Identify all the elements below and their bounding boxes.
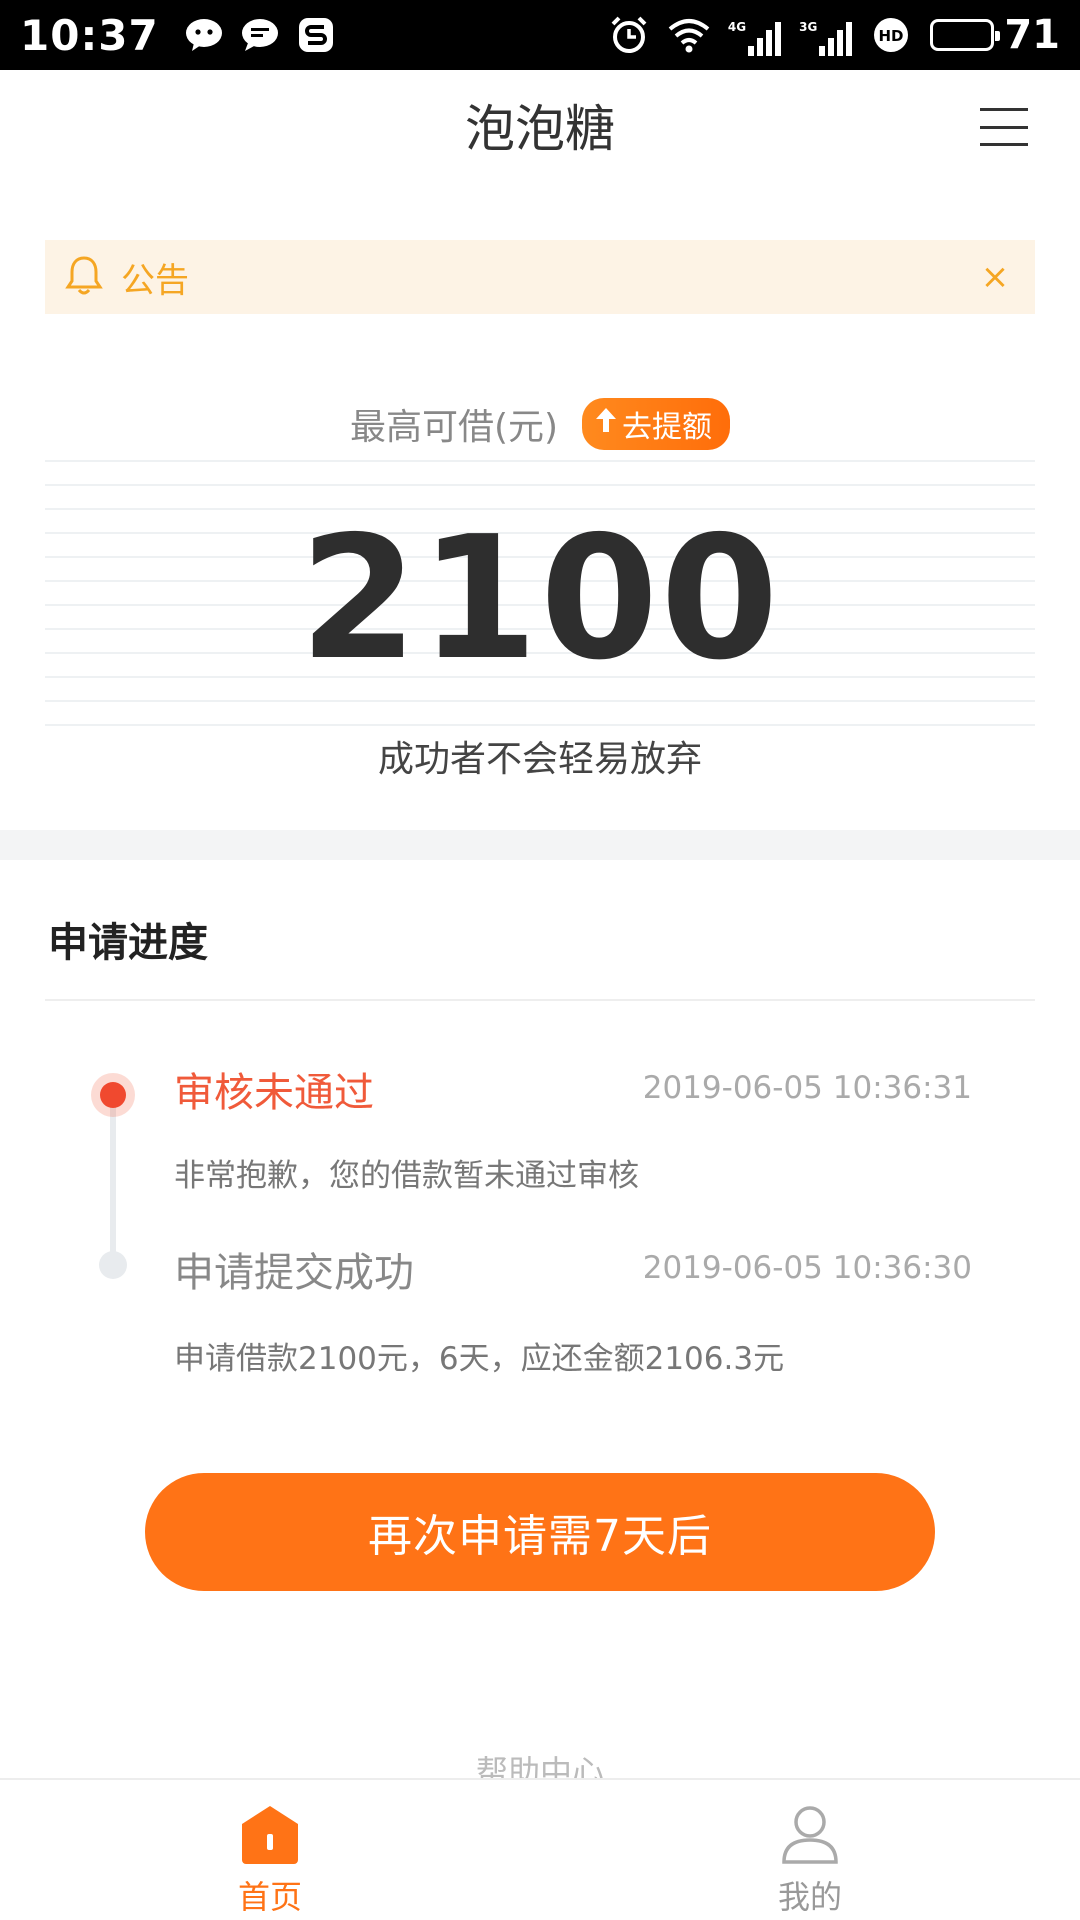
- battery: 71: [930, 12, 1060, 58]
- raise-limit-button[interactable]: 去提额: [582, 398, 731, 450]
- battery-icon: [930, 19, 1001, 51]
- nav-home-label: 首页: [237, 1878, 302, 1916]
- step-title-rejected: 审核未通过: [174, 1070, 374, 1116]
- step-title-submitted: 申请提交成功: [174, 1250, 414, 1296]
- credit-amount: 2100: [299, 500, 781, 698]
- signal-4g-icon: 4G: [728, 14, 782, 56]
- credit-label-row: 最高可借(元) 去提额: [0, 398, 1080, 450]
- nav-me-label: 我的: [777, 1878, 842, 1916]
- close-icon[interactable]: ×: [975, 257, 1015, 297]
- alarm-icon: [608, 14, 650, 56]
- slogan-text: 成功者不会轻易放弃: [377, 739, 702, 780]
- raise-limit-label: 去提额: [622, 410, 713, 445]
- timeline-dot-idle: [99, 1251, 127, 1279]
- step-time-rejected: 2019-06-05 10:36:31: [642, 1070, 972, 1106]
- help-center-link[interactable]: 帮助中心: [0, 1748, 1080, 1778]
- notification-icons: [183, 14, 337, 56]
- nav-me[interactable]: 我的: [540, 1780, 1080, 1920]
- nav-home[interactable]: 首页: [0, 1780, 540, 1920]
- status-time: 10:37: [20, 10, 159, 60]
- app-header: 泡泡糖: [0, 70, 1080, 180]
- reapply-button[interactable]: 再次申请需7天后: [145, 1473, 935, 1591]
- s-app-icon: [295, 14, 337, 56]
- status-right: 4G 3G HD 71: [608, 12, 1060, 58]
- step-desc-submitted: 申请借款2100元，6天，应还金额2106.3元: [174, 1341, 785, 1377]
- bell-icon: [65, 254, 103, 300]
- hd-label: HD: [879, 27, 904, 45]
- hamburger-menu-icon[interactable]: [980, 108, 1028, 146]
- hd-icon: HD: [870, 14, 912, 56]
- status-bar: 10:37 4G 3G HD 71: [0, 0, 1080, 70]
- timeline-line: [110, 1092, 116, 1264]
- section-divider: [0, 830, 1080, 860]
- timeline-dot-active: [91, 1073, 135, 1117]
- credit-label: 最高可借(元): [349, 407, 559, 448]
- home-icon: [238, 1802, 302, 1866]
- arrow-up-icon: [594, 406, 618, 442]
- notice-text: 公告: [121, 260, 189, 301]
- page-title: 泡泡糖: [465, 100, 615, 158]
- progress-title: 申请进度: [48, 920, 208, 966]
- progress-separator: [45, 999, 1035, 1001]
- wechat-icon: [183, 14, 225, 56]
- wifi-icon: [668, 14, 710, 56]
- message-icon: [239, 14, 281, 56]
- step-time-submitted: 2019-06-05 10:36:30: [642, 1250, 972, 1286]
- user-icon: [778, 1802, 842, 1866]
- step-desc-rejected: 非常抱歉，您的借款暂未通过审核: [174, 1158, 639, 1194]
- notice-bar[interactable]: 公告 ×: [45, 240, 1035, 314]
- bottom-nav: 首页 我的: [0, 1778, 1080, 1920]
- battery-level: 71: [1004, 12, 1060, 58]
- signal-3g-icon: 3G: [799, 14, 853, 56]
